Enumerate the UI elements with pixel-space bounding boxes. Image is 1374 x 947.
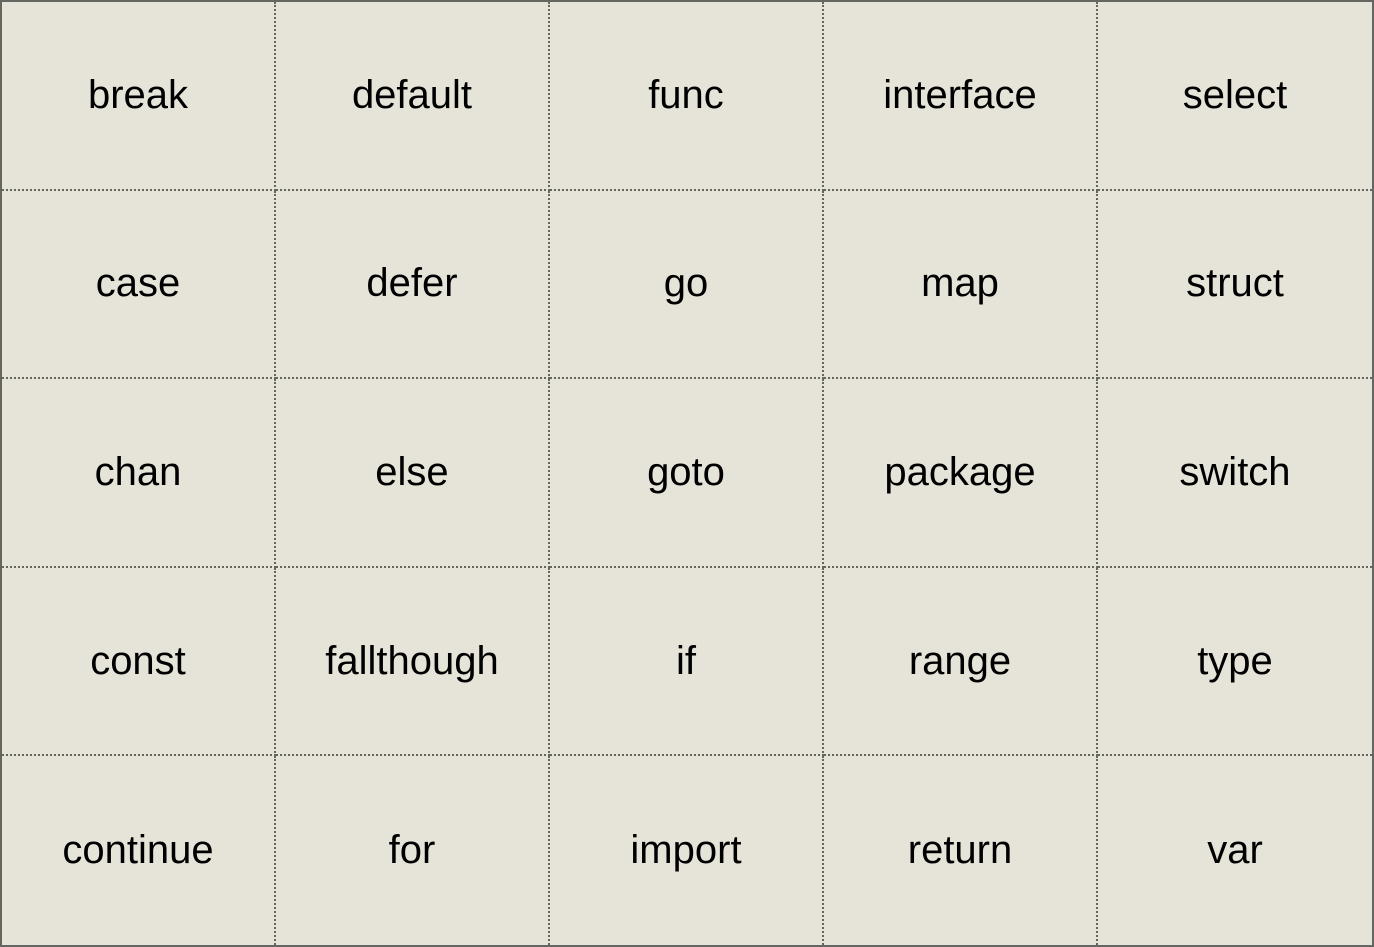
keyword-cell: package [824,379,1098,568]
keyword-cell: chan [2,379,276,568]
keyword-cell: switch [1098,379,1372,568]
keyword-cell: import [550,756,824,945]
keyword-cell: struct [1098,191,1372,380]
keyword-grid: break default func interface select case defer… [0,0,1374,947]
keyword-cell: fallthough [276,567,550,757]
keyword-cell: range [824,567,1098,757]
keyword-cell: map [824,190,1098,380]
keyword-cell: for [276,756,550,945]
keyword-cell: const [2,567,276,757]
keyword-cell: var [1207,828,1263,873]
keyword-cell: continue [2,756,276,945]
keyword-cell: break [2,2,276,191]
keyword-cell: defer [276,190,550,380]
keyword-cell: goto [550,379,824,568]
keyword-cell: default [276,2,550,191]
keyword-cell: func [550,2,824,191]
keyword-cell: else [276,379,550,568]
keyword-cell: interface [824,2,1098,191]
keyword-cell: return [824,756,1098,945]
keyword-cell: case [2,190,276,380]
keyword-cell: go [550,190,824,380]
keyword-cell: if [550,567,824,757]
keyword-cell: select [1098,2,1372,191]
keyword-cell: type [1098,568,1372,757]
